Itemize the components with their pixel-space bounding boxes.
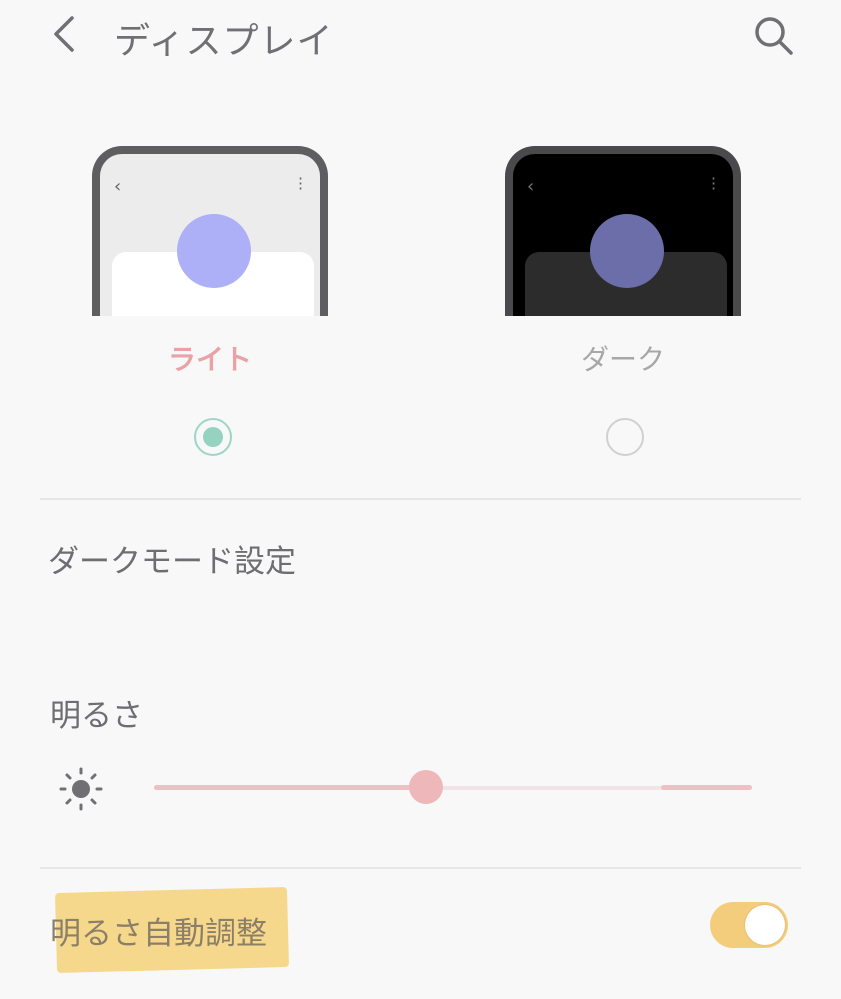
search-icon[interactable] xyxy=(750,12,796,58)
auto-brightness-label: 明るさ自動調整 xyxy=(50,916,267,952)
brightness-label: 明るさ xyxy=(50,698,143,734)
light-theme-preview[interactable]: ‹ · · · xyxy=(92,146,328,316)
dark-mode-settings-item[interactable]: ダークモード設定 xyxy=(48,536,296,581)
divider xyxy=(40,867,801,869)
preview-more-icon: · · · xyxy=(298,169,304,198)
brightness-slider-end xyxy=(661,785,752,790)
divider xyxy=(40,498,801,500)
light-theme-radio[interactable] xyxy=(194,418,232,456)
radio-selected-dot xyxy=(203,427,223,447)
auto-brightness-toggle[interactable] xyxy=(710,902,788,948)
toggle-knob xyxy=(745,905,785,945)
page-title: ディスプレイ xyxy=(114,21,334,62)
dark-theme-label[interactable]: ダーク xyxy=(505,338,741,378)
sun-icon xyxy=(58,766,104,812)
preview-back-icon: ‹ xyxy=(114,176,122,197)
brightness-slider-thumb[interactable] xyxy=(409,770,443,804)
light-theme-label[interactable]: ライト xyxy=(92,338,328,378)
back-icon[interactable] xyxy=(46,14,86,54)
preview-avatar xyxy=(590,214,664,288)
preview-back-icon: ‹ xyxy=(527,176,535,197)
brightness-slider-fill xyxy=(154,785,426,790)
dark-theme-radio[interactable] xyxy=(606,418,644,456)
preview-avatar xyxy=(177,214,251,288)
dark-theme-preview[interactable]: ‹ · · · xyxy=(505,146,741,316)
preview-more-icon: · · · xyxy=(711,169,717,198)
